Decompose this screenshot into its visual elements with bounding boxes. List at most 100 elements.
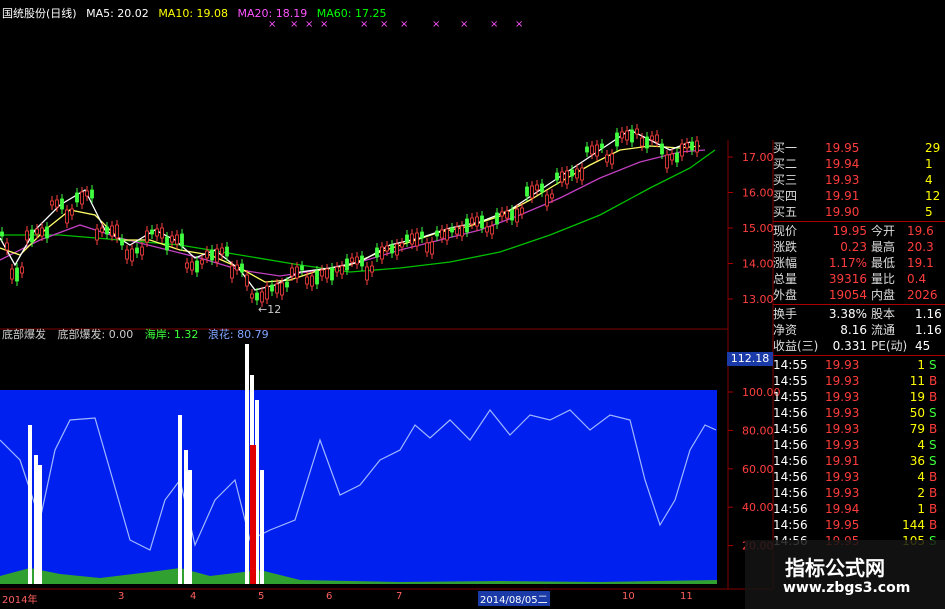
order-label: 买三 <box>773 173 798 187</box>
stat-row: 收益(三) 0.331 PE(动) 45 <box>773 338 930 354</box>
candle-body <box>505 210 509 219</box>
tick-volume: 1 <box>917 502 925 516</box>
bid-row: 买五 19.90 5 <box>773 204 933 220</box>
candle-body <box>395 243 399 256</box>
tick-side: B <box>929 374 938 388</box>
ma10-label: MA10: 19.08 <box>158 7 229 20</box>
candle-body <box>355 256 359 265</box>
stat-row: 涨跌 0.23 最高 20.3 <box>773 239 934 255</box>
candle-body <box>175 234 179 245</box>
candle-body <box>165 236 169 251</box>
candle-body <box>530 185 534 199</box>
candle-body <box>145 230 149 243</box>
candle-body <box>215 248 219 263</box>
candle-body <box>5 242 9 251</box>
candle-body <box>230 265 234 279</box>
tick-time: 14:55 <box>773 358 808 372</box>
candle-body <box>535 184 539 191</box>
burst-bar <box>178 415 182 584</box>
tick-row: 14:55 19.93 11 B <box>773 373 937 389</box>
order-label: 买四 <box>773 189 798 203</box>
tick-volume: 79 <box>909 422 925 436</box>
candle-body <box>645 136 649 149</box>
candle-body <box>265 285 269 300</box>
candle-body <box>120 238 124 246</box>
stat-value: 0.331 <box>832 339 867 353</box>
candle-body <box>160 227 164 239</box>
candle-body <box>15 267 19 282</box>
candle-body <box>360 255 364 267</box>
candle-body <box>630 129 634 143</box>
candle-body <box>40 227 44 237</box>
stat-label: 股本 <box>871 307 896 321</box>
divider <box>773 355 945 356</box>
candle-body <box>490 225 494 235</box>
candle-body <box>20 266 24 274</box>
candle-body <box>370 265 374 273</box>
stat-label: 内盘 <box>871 288 896 302</box>
indicator-panel[interactable] <box>0 390 717 584</box>
candle-body <box>385 245 389 252</box>
candle-body <box>240 263 244 273</box>
tick-row: 14:56 19.93 2 B <box>773 485 937 501</box>
tick-side: S <box>929 406 937 420</box>
stat-label: PE(动) <box>871 339 908 353</box>
signal-marker: × <box>460 19 468 30</box>
order-volume: 4 <box>925 173 933 187</box>
candle-body <box>295 266 299 279</box>
candle-body <box>695 140 699 153</box>
candle-body <box>460 225 464 237</box>
candle-body <box>270 284 274 292</box>
candle-body <box>0 231 4 237</box>
candle-body <box>190 261 194 271</box>
stock-name: 国统股份(日线) <box>2 7 77 20</box>
indicator-tick-label: 80.00 <box>742 424 774 437</box>
indicator-legend: 底部爆发 底部爆发: 0.00 海岸: 1.32 浪花: 80.79 <box>2 326 269 342</box>
candle-body <box>85 190 89 197</box>
tick-row: 14:56 19.93 79 B <box>773 421 937 437</box>
candle-body <box>50 200 54 206</box>
tick-volume: 50 <box>909 406 925 420</box>
candle-body <box>555 172 559 181</box>
candle-body <box>580 167 584 181</box>
candle-body <box>245 274 249 287</box>
stat-row: 净资 8.16 流通 1.16 <box>773 322 942 338</box>
stat-value: 1.17% <box>828 256 867 270</box>
price-chart[interactable]: ←12 <box>0 124 716 316</box>
stat-label: 涨幅 <box>773 256 798 270</box>
axis-month-label: 4 <box>190 591 197 602</box>
burst-signal-bar <box>250 445 256 584</box>
candle-body <box>105 226 109 235</box>
candle-body <box>410 233 414 245</box>
candle-body <box>685 142 689 149</box>
candle-body <box>625 130 629 141</box>
tick-price: 19.95 <box>825 518 860 532</box>
candle-body <box>115 224 119 239</box>
candle-body <box>150 229 154 235</box>
candle-body <box>445 228 449 241</box>
candle-body <box>365 266 369 281</box>
burst-bar <box>28 425 32 584</box>
candle-body <box>585 146 589 153</box>
axis-month-label: 3 <box>118 591 125 602</box>
candle-body <box>680 143 684 157</box>
burst-bar <box>245 344 249 584</box>
tick-price: 19.94 <box>825 502 860 516</box>
candle-body <box>90 189 94 199</box>
candle-body <box>640 137 644 147</box>
candle-body <box>55 199 59 208</box>
quote-panel: 买一 19.95 29 买二 19.94 1 买三 19.93 4 买四 19.91 12 买五 19.9… <box>773 140 945 580</box>
divider <box>773 221 945 222</box>
candle-body <box>35 228 39 235</box>
candle-body <box>390 244 394 254</box>
candle-body <box>45 226 49 239</box>
candle-body <box>610 153 614 165</box>
candle-body <box>205 250 209 259</box>
order-volume: 29 <box>925 141 941 155</box>
order-price: 19.91 <box>825 189 860 203</box>
ma60-label: MA60: 17.25 <box>316 7 387 20</box>
burst-bar <box>184 450 188 584</box>
candle-body <box>450 227 454 233</box>
candle-body <box>550 193 554 199</box>
tick-time: 14:56 <box>773 406 808 420</box>
